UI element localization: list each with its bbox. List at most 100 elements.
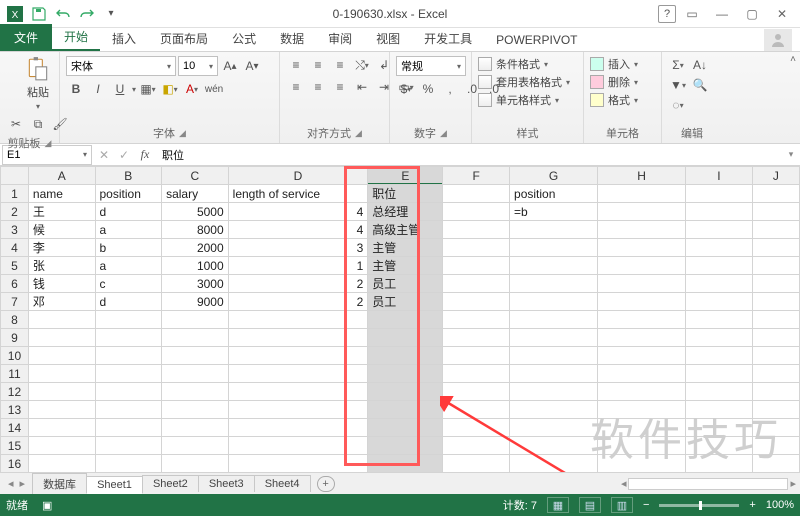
cell-E14[interactable] — [368, 419, 443, 437]
copy-icon[interactable]: ⧉ — [28, 115, 48, 133]
cell-H15[interactable] — [598, 437, 686, 455]
zoom-level[interactable]: 100% — [766, 499, 794, 511]
save-icon[interactable] — [30, 5, 48, 23]
cell-G2[interactable]: =b — [510, 203, 598, 221]
cell-I5[interactable] — [686, 257, 753, 275]
row-header[interactable]: 2 — [1, 203, 29, 221]
maximize-icon[interactable]: ▢ — [738, 4, 766, 24]
col-header-I[interactable]: I — [686, 167, 753, 185]
cell-D8[interactable] — [228, 311, 368, 329]
cell-F1[interactable] — [443, 185, 510, 203]
cell-I2[interactable] — [686, 203, 753, 221]
cell-D2[interactable]: 4 — [228, 203, 368, 221]
qat-customize-icon[interactable]: ▾ — [102, 5, 120, 23]
redo-icon[interactable] — [78, 5, 96, 23]
row-header[interactable]: 13 — [1, 401, 29, 419]
cell-C2[interactable]: 5000 — [162, 203, 229, 221]
hscroll-right-icon[interactable]: ▸ — [790, 477, 796, 490]
cell-J1[interactable] — [752, 185, 799, 203]
align-dialog-icon[interactable]: ◢ — [355, 128, 362, 139]
font-name-select[interactable]: 宋体▾ — [66, 56, 176, 76]
cell-J16[interactable] — [752, 455, 799, 473]
number-dialog-icon[interactable]: ◢ — [440, 128, 447, 139]
cell-I3[interactable] — [686, 221, 753, 239]
conditional-format-button[interactable]: 条件格式▾ — [478, 56, 548, 72]
tab-view[interactable]: 视图 — [364, 26, 412, 51]
row-header[interactable]: 15 — [1, 437, 29, 455]
cell-B2[interactable]: d — [95, 203, 162, 221]
cell-B4[interactable]: b — [95, 239, 162, 257]
cell-G9[interactable] — [510, 329, 598, 347]
cell-H14[interactable] — [598, 419, 686, 437]
row-header[interactable]: 3 — [1, 221, 29, 239]
cell-E16[interactable] — [368, 455, 443, 473]
cell-D9[interactable] — [228, 329, 368, 347]
cell-B1[interactable]: position — [95, 185, 162, 203]
autosum-icon[interactable]: Σ▾ — [668, 56, 688, 74]
cell-G10[interactable] — [510, 347, 598, 365]
sort-filter-icon[interactable]: A↓ — [690, 56, 710, 74]
cell-A16[interactable] — [28, 455, 95, 473]
align-right-icon[interactable]: ≡ — [330, 78, 350, 96]
cell-C13[interactable] — [162, 401, 229, 419]
cell-H13[interactable] — [598, 401, 686, 419]
cell-I4[interactable] — [686, 239, 753, 257]
cell-F6[interactable] — [443, 275, 510, 293]
italic-button[interactable]: I — [88, 80, 108, 98]
clipboard-dialog-icon[interactable]: ◢ — [45, 138, 52, 149]
tab-powerpivot[interactable]: POWERPIVOT — [484, 29, 589, 51]
cell-C11[interactable] — [162, 365, 229, 383]
cell-H2[interactable] — [598, 203, 686, 221]
align-middle-icon[interactable]: ≡ — [308, 56, 328, 74]
insert-cells-button[interactable]: 插入▾ — [590, 56, 638, 72]
accounting-icon[interactable]: $▾ — [396, 80, 416, 98]
cell-C12[interactable] — [162, 383, 229, 401]
row-header[interactable]: 14 — [1, 419, 29, 437]
cell-J5[interactable] — [752, 257, 799, 275]
cell-H6[interactable] — [598, 275, 686, 293]
cell-G12[interactable] — [510, 383, 598, 401]
ribbon-display-icon[interactable]: ▭ — [678, 4, 706, 24]
row-header[interactable]: 16 — [1, 455, 29, 473]
cell-D3[interactable]: 4 — [228, 221, 368, 239]
col-header-H[interactable]: H — [598, 167, 686, 185]
cell-E11[interactable] — [368, 365, 443, 383]
cell-F4[interactable] — [443, 239, 510, 257]
cell-H12[interactable] — [598, 383, 686, 401]
cell-B9[interactable] — [95, 329, 162, 347]
number-format-select[interactable]: 常规▾ — [396, 56, 466, 76]
cell-B5[interactable]: a — [95, 257, 162, 275]
cell-B13[interactable] — [95, 401, 162, 419]
cell-A6[interactable]: 钱 — [28, 275, 95, 293]
cell-H11[interactable] — [598, 365, 686, 383]
cell-D15[interactable] — [228, 437, 368, 455]
align-center-icon[interactable]: ≡ — [308, 78, 328, 96]
tab-insert[interactable]: 插入 — [100, 26, 148, 51]
cell-F2[interactable] — [443, 203, 510, 221]
cell-E3[interactable]: 高级主管 — [368, 221, 443, 239]
cell-H1[interactable] — [598, 185, 686, 203]
cell-F10[interactable] — [443, 347, 510, 365]
cell-G5[interactable] — [510, 257, 598, 275]
view-page-break-icon[interactable]: ▥ — [611, 497, 633, 513]
font-color-icon[interactable]: A▾ — [182, 80, 202, 98]
collapse-ribbon-icon[interactable]: ˄ — [790, 54, 796, 65]
col-header-J[interactable]: J — [752, 167, 799, 185]
col-header-F[interactable]: F — [443, 167, 510, 185]
find-icon[interactable]: 🔍 — [690, 76, 710, 94]
cell-A1[interactable]: name — [28, 185, 95, 203]
cell-J4[interactable] — [752, 239, 799, 257]
account-icon[interactable] — [764, 29, 792, 51]
cell-D12[interactable] — [228, 383, 368, 401]
cell-D13[interactable] — [228, 401, 368, 419]
cell-J2[interactable] — [752, 203, 799, 221]
cell-E9[interactable] — [368, 329, 443, 347]
col-header-A[interactable]: A — [28, 167, 95, 185]
cell-F16[interactable] — [443, 455, 510, 473]
cell-D7[interactable]: 2 — [228, 293, 368, 311]
cell-G1[interactable]: position — [510, 185, 598, 203]
cell-F11[interactable] — [443, 365, 510, 383]
cell-A12[interactable] — [28, 383, 95, 401]
cell-E4[interactable]: 主管 — [368, 239, 443, 257]
cell-B12[interactable] — [95, 383, 162, 401]
